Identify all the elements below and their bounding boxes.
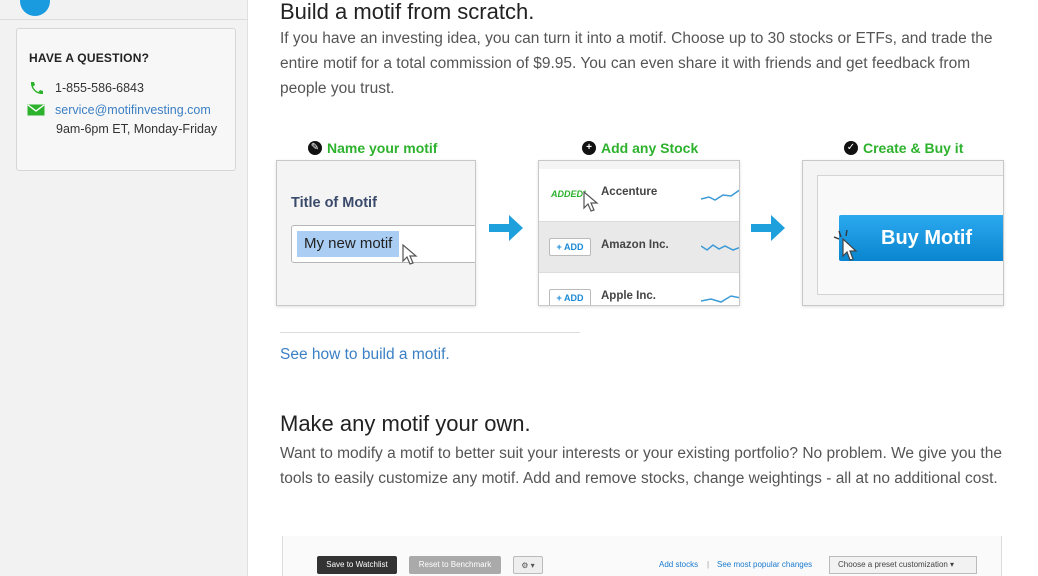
list-item: + ADD Apple Inc. — [539, 273, 739, 305]
section-title-build: Build a motif from scratch. — [280, 0, 535, 24]
stock-name: Amazon Inc. — [601, 239, 669, 251]
cursor-icon — [583, 191, 599, 212]
section-paragraph-build: If you have an investing idea, you can t… — [280, 30, 993, 97]
main-content: Build a motif from scratch. If you have … — [276, 0, 1020, 576]
reset-to-benchmark-button: Reset to Benchmark — [409, 556, 501, 574]
sparkline-icon — [701, 295, 739, 303]
mail-icon — [27, 104, 45, 116]
see-how-link[interactable]: See how to build a motif. — [280, 346, 450, 364]
step-add-stock: + Add any Stock — [582, 140, 698, 156]
social-icon[interactable] — [20, 0, 50, 16]
add-stocks-link: Add stocks — [659, 560, 699, 569]
step-label-text: Create & Buy it — [863, 140, 964, 156]
pencil-icon: ✎ — [308, 141, 322, 155]
link-separator: | — [707, 560, 710, 569]
gear-icon: ⚙ ▾ — [513, 556, 543, 574]
preset-select: Choose a preset customization ▾ — [829, 556, 977, 574]
save-to-watchlist-button: Save to Watchlist — [317, 556, 397, 574]
plus-icon: + — [582, 141, 596, 155]
add-button: + ADD — [549, 238, 591, 256]
phone-number: 1-855-586-6843 — [55, 81, 144, 95]
popular-changes-link: See most popular changes — [717, 560, 813, 569]
motif-title-label: Title of Motif — [291, 195, 377, 211]
click-cursor-icon — [833, 229, 858, 261]
preview-toolbar: Save to Watchlist Reset to Benchmark ⚙ ▾… — [309, 554, 979, 576]
left-sidebar: HAVE A QUESTION? 1-855-586-6843 service@… — [0, 0, 248, 576]
customization-preview: Save to Watchlist Reset to Benchmark ⚙ ▾… — [282, 536, 1002, 576]
illustration-create-buy: Buy Motif — [802, 160, 1004, 306]
arrow-right-icon — [489, 215, 523, 241]
divider — [280, 332, 580, 333]
sparkline-icon — [701, 189, 739, 201]
added-tag: ADDED! — [551, 189, 586, 199]
list-item: ADDED! Accenture — [539, 169, 739, 221]
sidebar-top-strip — [0, 0, 248, 20]
email-link[interactable]: service@motifinvesting.com — [55, 103, 211, 117]
motif-title-input: My new motif — [291, 225, 475, 265]
arrow-right-icon — [751, 215, 785, 241]
help-title: HAVE A QUESTION? — [29, 51, 150, 65]
phone-icon — [30, 82, 43, 95]
check-icon: ✓ — [844, 141, 858, 155]
section-title-customize: Make any motif your own. — [280, 411, 531, 436]
support-hours: 9am-6pm ET, Monday-Friday — [56, 122, 218, 136]
step-name-motif: ✎ Name your motif — [308, 140, 437, 156]
stock-name: Apple Inc. — [601, 290, 656, 302]
step-label-text: Add any Stock — [601, 140, 699, 156]
list-item: + ADD Amazon Inc. — [539, 221, 739, 273]
buy-motif-button: Buy Motif — [839, 215, 1003, 261]
sparkline-icon — [701, 244, 739, 251]
section-paragraph-customize: Want to modify a motif to better suit yo… — [280, 445, 1002, 487]
step-label-text: Name your motif — [327, 140, 438, 156]
help-box: HAVE A QUESTION? 1-855-586-6843 service@… — [16, 28, 236, 171]
cursor-icon — [402, 244, 418, 265]
stock-name: Accenture — [601, 186, 658, 198]
illustration-name-motif: Title of Motif My new motif — [276, 160, 476, 306]
step-create-buy: ✓ Create & Buy it — [844, 140, 963, 156]
add-button: + ADD — [549, 289, 591, 305]
motif-title-value: My new motif — [297, 231, 400, 257]
illustration-add-stock: ADDED! Accenture + ADD Amazon Inc. + ADD… — [538, 160, 740, 306]
